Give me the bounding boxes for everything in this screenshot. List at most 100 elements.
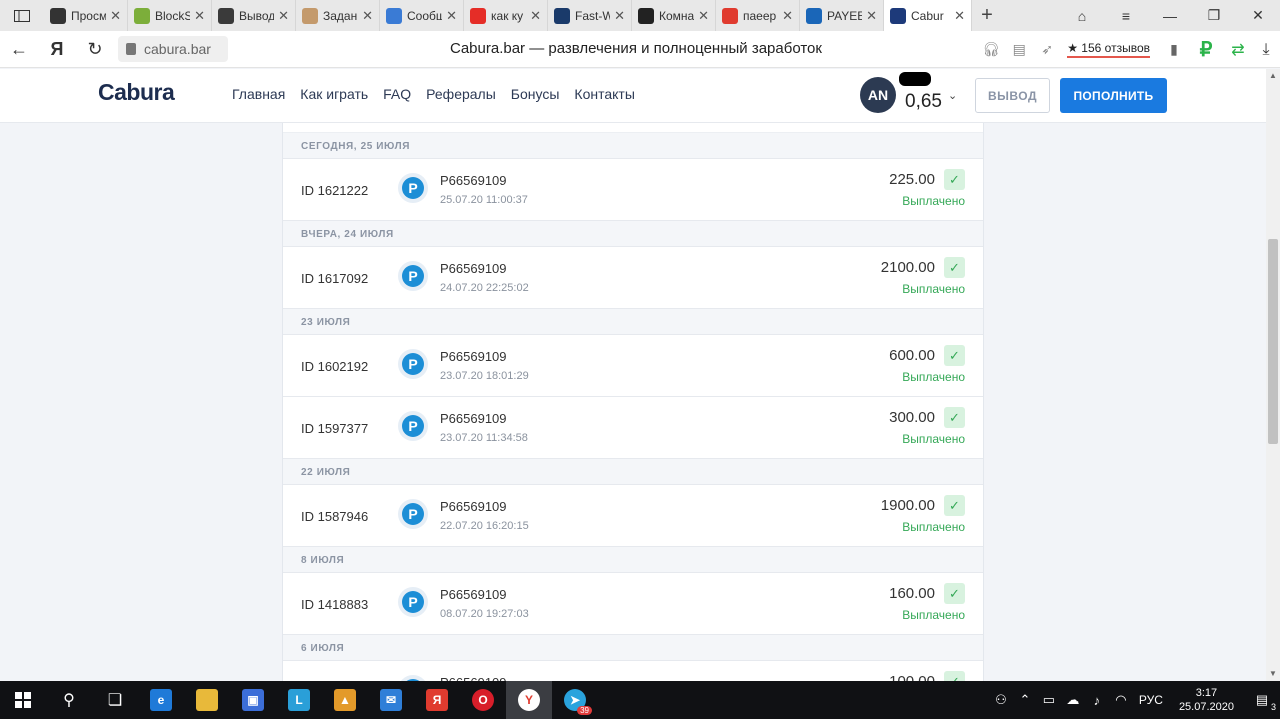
- payout-status: Выплачено: [902, 282, 965, 296]
- download-icon[interactable]: ⤓: [1252, 41, 1280, 59]
- payout-row: ID 1621222 P P66569109 25.07.20 11:00:37 225…: [283, 159, 983, 221]
- yandex-taskbar-icon[interactable]: Я: [414, 681, 460, 719]
- scroll-down-icon[interactable]: ▼: [1266, 667, 1280, 681]
- payeer-icon: P: [398, 349, 428, 379]
- windows-start-icon[interactable]: [0, 681, 46, 719]
- close-window-icon[interactable]: ✕: [1236, 7, 1280, 24]
- minimize-icon[interactable]: —: [1148, 8, 1192, 24]
- bookmarks-icon[interactable]: ⌂: [1060, 8, 1104, 24]
- notifications-icon[interactable]: ▤ 3: [1244, 692, 1280, 712]
- balance-value[interactable]: 0,65: [905, 91, 942, 113]
- wifi-icon[interactable]: ◠: [1109, 692, 1133, 708]
- scroll-thumb[interactable]: [1268, 239, 1278, 444]
- payout-account: P66569109: [440, 411, 507, 426]
- clock[interactable]: 3:17 25.07.2020: [1179, 686, 1234, 714]
- close-tab-icon[interactable]: ✕: [446, 8, 457, 24]
- reload-icon[interactable]: ↻: [76, 39, 114, 60]
- close-tab-icon[interactable]: ✕: [530, 8, 541, 24]
- chat-bubble-icon: [386, 7, 402, 24]
- check-icon: ✓: [944, 671, 965, 681]
- headphones-icon[interactable]: 🎧︎: [977, 41, 1005, 58]
- edge-icon[interactable]: e: [138, 681, 184, 719]
- nav-link[interactable]: Как играть: [300, 86, 368, 102]
- payout-status: Выплачено: [902, 194, 965, 208]
- browser-tab[interactable]: Задан ✕: [296, 0, 380, 31]
- close-tab-icon[interactable]: ✕: [194, 8, 205, 24]
- nav-link[interactable]: FAQ: [383, 86, 411, 102]
- browser-tab-strip: Просм ✕ BlockS ✕ Вывод ✕ Задан ✕ Сообщ ✕ как ку ✕ Fa…: [0, 0, 1280, 31]
- l-app-icon[interactable]: L: [276, 681, 322, 719]
- close-tab-icon[interactable]: ✕: [614, 8, 625, 24]
- browser-tab[interactable]: BlockS ✕: [128, 0, 212, 31]
- language-indicator[interactable]: РУС: [1139, 693, 1163, 707]
- restore-icon[interactable]: ❐: [1192, 7, 1236, 24]
- search-icon[interactable]: ⚲: [46, 681, 92, 719]
- ruble-extension-icon[interactable]: ₽: [1188, 37, 1224, 62]
- browser-tab[interactable]: Fast-W ✕: [548, 0, 632, 31]
- browser-tab[interactable]: PAYEE ✕: [800, 0, 884, 31]
- bookmark-icon[interactable]: ▮: [1160, 41, 1188, 58]
- close-tab-icon[interactable]: ✕: [782, 8, 793, 24]
- menu-icon[interactable]: ≡: [1104, 8, 1148, 24]
- people-icon[interactable]: ⚇: [989, 692, 1013, 708]
- tray-chevron-icon[interactable]: ⌃: [1013, 692, 1037, 708]
- nav-link[interactable]: Рефералы: [426, 86, 496, 102]
- browser-tab[interactable]: как ку ✕: [464, 0, 548, 31]
- browser-tab[interactable]: паеер ✕: [716, 0, 800, 31]
- cloud-icon[interactable]: ☁: [1061, 692, 1085, 708]
- tab-title: BlockS: [155, 8, 191, 23]
- close-tab-icon[interactable]: ✕: [110, 8, 121, 24]
- windows-taskbar: ⚲ ❏ e ▣ L ▲ ✉ Я O Y ➤ 39 ⚇ ⌃ ▭ ☁ ♪ ◠ РУС…: [0, 681, 1280, 719]
- tab-title: Комна: [659, 8, 695, 23]
- battery-icon[interactable]: ▭: [1037, 692, 1061, 708]
- page-scrollbar[interactable]: ▲ ▼: [1266, 69, 1280, 681]
- date-group-header: ВЧЕРА, 24 ИЮЛЯ: [283, 221, 983, 247]
- rocket-icon[interactable]: ➶: [1033, 41, 1061, 58]
- payout-id: ID 1621222: [301, 183, 369, 198]
- close-tab-icon[interactable]: ✕: [954, 8, 965, 24]
- nav-link[interactable]: Бонусы: [511, 86, 560, 102]
- browser-tab[interactable]: Просм ✕: [44, 0, 128, 31]
- nav-link[interactable]: Главная: [232, 86, 285, 102]
- translate-icon[interactable]: ⇄: [1224, 40, 1252, 60]
- url-field[interactable]: cabura.bar: [118, 36, 228, 62]
- mail-icon[interactable]: ✉: [368, 681, 414, 719]
- topup-button[interactable]: ПОПОЛНИТЬ: [1060, 78, 1167, 113]
- scroll-up-icon[interactable]: ▲: [1266, 69, 1280, 83]
- avatar[interactable]: AN: [860, 77, 896, 113]
- browser-tab[interactable]: Сообщ ✕: [380, 0, 464, 31]
- close-tab-icon[interactable]: ✕: [362, 8, 373, 24]
- browser-tab[interactable]: Комна ✕: [632, 0, 716, 31]
- payout-datetime: 23.07.20 11:34:58: [440, 432, 528, 444]
- sidebar-toggle-icon[interactable]: [0, 0, 44, 31]
- close-tab-icon[interactable]: ✕: [278, 8, 289, 24]
- yandex-home-icon[interactable]: Я: [38, 39, 76, 60]
- withdraw-button[interactable]: ВЫВОД: [975, 78, 1050, 113]
- main-menu: Главная Как играть FAQ Рефералы Бонусы Контак…: [232, 86, 635, 102]
- telegram-icon[interactable]: ➤ 39: [552, 681, 598, 719]
- reader-mode-icon[interactable]: ▤: [1005, 41, 1033, 58]
- store-icon[interactable]: ▣: [230, 681, 276, 719]
- payeer-icon: P: [398, 261, 428, 291]
- check-icon: ✓: [944, 257, 965, 278]
- game-app-icon[interactable]: ▲: [322, 681, 368, 719]
- date-group-header: 6 ИЮЛЯ: [283, 635, 983, 661]
- chevron-down-icon[interactable]: ⌄: [948, 89, 957, 102]
- back-arrow-icon[interactable]: ←: [0, 39, 38, 60]
- close-tab-icon[interactable]: ✕: [698, 8, 709, 24]
- nav-link[interactable]: Контакты: [574, 86, 634, 102]
- payout-status: Выплачено: [902, 432, 965, 446]
- yandex-browser-icon[interactable]: Y: [506, 681, 552, 719]
- opera-icon[interactable]: O: [460, 681, 506, 719]
- close-tab-icon[interactable]: ✕: [866, 8, 877, 24]
- site-logo[interactable]: Cabura: [98, 79, 175, 106]
- task-view-icon[interactable]: ❏: [92, 681, 138, 719]
- browser-tab[interactable]: Cabur ✕: [884, 0, 972, 31]
- new-tab-button[interactable]: +: [972, 4, 1002, 27]
- file-explorer-icon[interactable]: [184, 681, 230, 719]
- volume-icon[interactable]: ♪: [1085, 693, 1109, 708]
- payout-row: ID 1597377 P P66569109 23.07.20 11:34:58 300…: [283, 397, 983, 459]
- browser-tab[interactable]: Вывод ✕: [212, 0, 296, 31]
- page-title: Cabura.bar — развлечения и полноценный з…: [450, 40, 822, 57]
- reviews-link[interactable]: ★ 156 отзывов: [1067, 41, 1150, 58]
